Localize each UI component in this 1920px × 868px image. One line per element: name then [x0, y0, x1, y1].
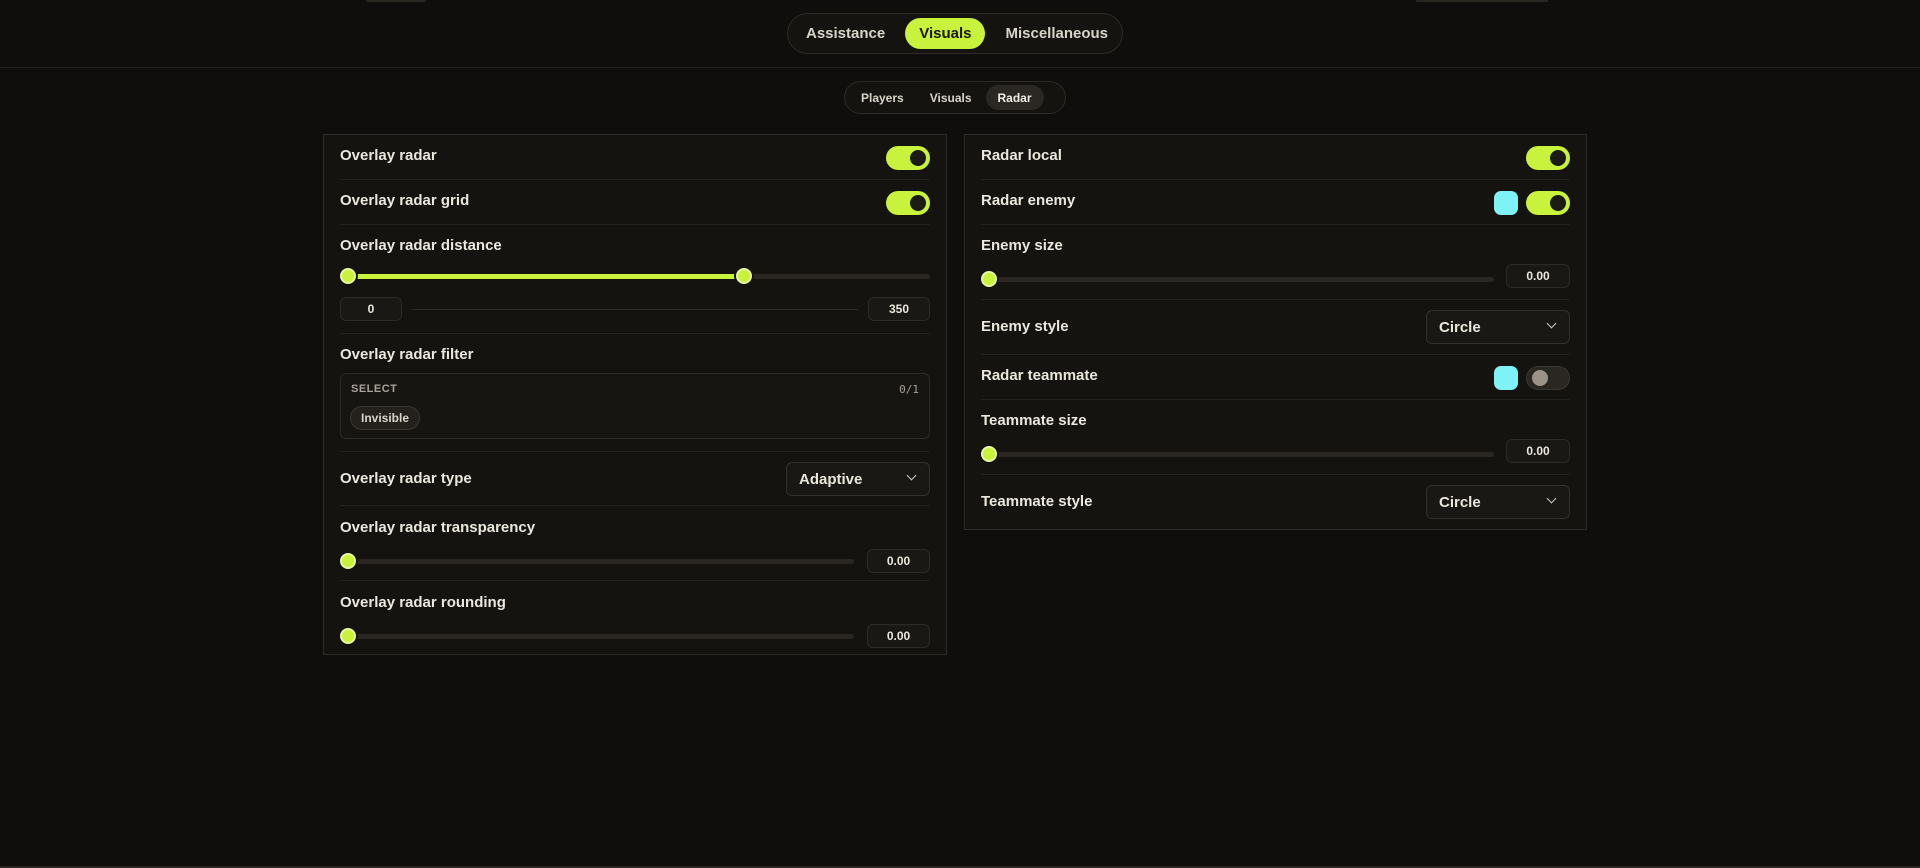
filter-multiselect[interactable]: SELECT 0/1 Invisible [340, 373, 930, 439]
sub-tabs: Players Visuals Radar [844, 81, 1066, 114]
subtab-radar[interactable]: Radar [985, 85, 1044, 110]
radar-teammate-row: Radar teammate [981, 355, 1570, 400]
top-ghost-left [366, 0, 426, 2]
enemy-style-label: Enemy style [981, 318, 1069, 335]
overlay-radar-filter-label: Overlay radar filter [340, 346, 474, 363]
enemy-size-label: Enemy size [981, 237, 1063, 254]
radar-players-panel: Radar local Radar enemy Enemy size 0.00 … [964, 134, 1587, 530]
teammate-style-row: Teammate style Circle [981, 475, 1570, 530]
enemy-size-value[interactable]: 0.00 [1506, 264, 1570, 288]
overlay-radar-filter-row: Overlay radar filter SELECT 0/1 Invisibl… [340, 334, 930, 452]
overlay-radar-distance-label: Overlay radar distance [340, 237, 502, 254]
overlay-radar-type-label: Overlay radar type [340, 470, 472, 487]
filter-chip-invisible[interactable]: Invisible [350, 406, 421, 430]
transparency-slider[interactable] [340, 553, 854, 569]
filter-header: SELECT [351, 383, 398, 395]
toggle-knob [1550, 150, 1566, 166]
overlay-radar-transparency-label: Overlay radar transparency [340, 519, 536, 536]
radar-teammate-color-swatch[interactable] [1494, 366, 1518, 390]
radar-teammate-toggle[interactable] [1526, 366, 1570, 390]
dropdown-value: Circle [1439, 318, 1481, 336]
radar-enemy-label: Radar enemy [981, 192, 1076, 209]
transparency-thumb[interactable] [340, 553, 356, 569]
teammate-size-thumb[interactable] [981, 446, 997, 462]
teammate-size-label: Teammate size [981, 412, 1087, 429]
enemy-size-slider[interactable] [981, 271, 1494, 287]
distance-slider-fill [348, 274, 744, 279]
rounding-thumb[interactable] [340, 628, 356, 644]
radar-enemy-color-swatch[interactable] [1494, 191, 1518, 215]
overlay-radar-rounding-row: Overlay radar rounding 0.00 [340, 581, 930, 656]
radar-enemy-toggle[interactable] [1526, 191, 1570, 215]
dropdown-value: Circle [1439, 493, 1481, 511]
overlay-radar-type-row: Overlay radar type Adaptive [340, 452, 930, 506]
enemy-style-dropdown[interactable]: Circle [1426, 310, 1570, 344]
distance-min-thumb[interactable] [340, 268, 356, 284]
range-connector [412, 309, 858, 310]
main-tabs: Assistance Visuals Miscellaneous [787, 13, 1123, 54]
overlay-radar-row: Overlay radar [340, 135, 930, 180]
teammate-size-row: Teammate size 0.00 [981, 400, 1570, 475]
subtab-players[interactable]: Players [849, 85, 916, 110]
toggle-knob [1550, 195, 1566, 211]
rounding-slider[interactable] [340, 628, 854, 644]
teammate-size-slider[interactable] [981, 446, 1494, 462]
distance-max-thumb[interactable] [735, 268, 752, 284]
tab-visuals[interactable]: Visuals [905, 18, 986, 49]
distance-max-input[interactable]: 350 [868, 297, 930, 321]
toggle-knob [910, 195, 926, 211]
enemy-size-row: Enemy size 0.00 [981, 225, 1570, 300]
toggle-knob [910, 150, 926, 166]
overlay-radar-grid-toggle[interactable] [886, 191, 930, 215]
dropdown-value: Adaptive [799, 470, 863, 488]
header-divider [0, 67, 1920, 68]
enemy-size-thumb[interactable] [981, 271, 997, 287]
tab-assistance[interactable]: Assistance [792, 18, 899, 49]
chevron-down-icon [1546, 318, 1557, 329]
radar-local-label: Radar local [981, 147, 1062, 164]
filter-count: 0/1 [899, 383, 919, 396]
radar-teammate-label: Radar teammate [981, 367, 1098, 384]
overlay-radar-distance-row: Overlay radar distance 0 350 [340, 225, 930, 334]
overlay-radar-panel: Overlay radar Overlay radar grid Overlay… [323, 134, 947, 655]
teammate-size-value[interactable]: 0.00 [1506, 439, 1570, 463]
tab-miscellaneous[interactable]: Miscellaneous [991, 18, 1122, 49]
top-ghost-right [1416, 0, 1548, 2]
chevron-down-icon [906, 470, 917, 481]
subtab-visuals[interactable]: Visuals [918, 85, 984, 110]
enemy-style-row: Enemy style Circle [981, 300, 1570, 355]
overlay-radar-grid-row: Overlay radar grid [340, 180, 930, 225]
distance-slider[interactable] [340, 268, 930, 284]
toggle-knob [1532, 370, 1548, 386]
overlay-radar-type-dropdown[interactable]: Adaptive [786, 462, 930, 496]
distance-min-input[interactable]: 0 [340, 297, 402, 321]
rounding-value[interactable]: 0.00 [867, 624, 930, 648]
radar-local-row: Radar local [981, 135, 1570, 180]
radar-enemy-row: Radar enemy [981, 180, 1570, 225]
teammate-style-label: Teammate style [981, 493, 1093, 510]
overlay-radar-rounding-label: Overlay radar rounding [340, 594, 506, 611]
transparency-value[interactable]: 0.00 [867, 549, 930, 573]
overlay-radar-grid-label: Overlay radar grid [340, 192, 470, 209]
chevron-down-icon [1546, 493, 1557, 504]
radar-local-toggle[interactable] [1526, 146, 1570, 170]
overlay-radar-toggle[interactable] [886, 146, 930, 170]
overlay-radar-label: Overlay radar [340, 147, 437, 164]
overlay-radar-transparency-row: Overlay radar transparency 0.00 [340, 506, 930, 581]
teammate-style-dropdown[interactable]: Circle [1426, 485, 1570, 519]
